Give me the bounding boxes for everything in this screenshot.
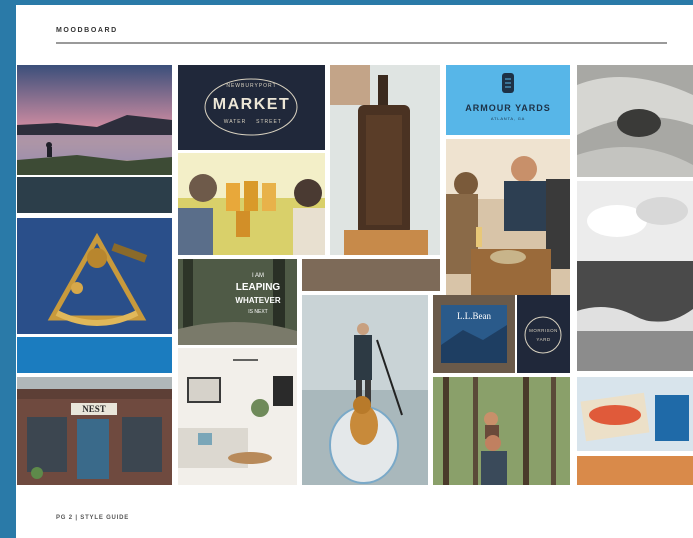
llbean-sign-photo: L.L.Bean	[433, 295, 515, 373]
header-rule	[56, 42, 667, 44]
swatch-taupe	[302, 259, 440, 291]
morrison-yard-logo-tile: MORRISON YARD	[517, 295, 570, 373]
family-forest-photo	[433, 377, 570, 485]
armour-yards-logo-tile: ARMOUR YARDS ATLANTA, GA	[446, 65, 570, 135]
lake-sunset-photo	[17, 65, 172, 175]
dining-friends-photo	[446, 139, 570, 295]
leaping-line-3: WHATEVER	[235, 296, 281, 305]
living-room-photo	[178, 348, 297, 485]
swatch-slate	[17, 177, 172, 213]
armour-yards-location: ATLANTA, GA	[490, 116, 526, 121]
cutting-board-photo	[330, 65, 440, 255]
leaping-line-4: IS NEXT	[248, 309, 268, 315]
leaping-line-2: LEAPING	[235, 282, 281, 293]
leaping-line-1: I AM	[251, 273, 264, 279]
page-footer: PG 2 | STYLE GUIDE	[56, 515, 130, 521]
market-logo-right: STREET	[256, 119, 282, 125]
ocean-waves-photo	[577, 181, 693, 371]
driftwood-photo	[577, 65, 693, 177]
cheers-beer-photo	[178, 153, 325, 255]
market-logo-left: WATER	[223, 119, 247, 125]
llbean-sign-text: L.L.Bean	[457, 311, 491, 321]
lobster-roll-photo	[577, 377, 693, 451]
armour-yards-name: ARMOUR YARDS	[465, 103, 551, 113]
nest-storefront-photo: NEST	[17, 377, 172, 485]
nest-sign-text: NEST	[82, 404, 106, 414]
market-logo-main: MARKET	[212, 96, 291, 113]
page-header: MOODBOARD	[56, 27, 118, 34]
swatch-blue	[17, 337, 172, 373]
style-guide-page: MOODBOARD NEST NEWBURYPORT MARKET WATER …	[16, 5, 693, 538]
leaping-forest-photo: I AM LEAPING WHATEVER IS NEXT	[178, 259, 297, 345]
brass-sextant-photo	[17, 218, 172, 334]
swatch-orange	[577, 456, 693, 485]
morrison-yard-name: MORRISON	[529, 328, 558, 333]
paddleboard-dog-photo	[302, 295, 428, 485]
market-logo-top: NEWBURYPORT	[226, 83, 277, 89]
market-logo-tile: NEWBURYPORT MARKET WATER STREET	[178, 65, 325, 150]
morrison-yard-sub: YARD	[536, 337, 551, 342]
